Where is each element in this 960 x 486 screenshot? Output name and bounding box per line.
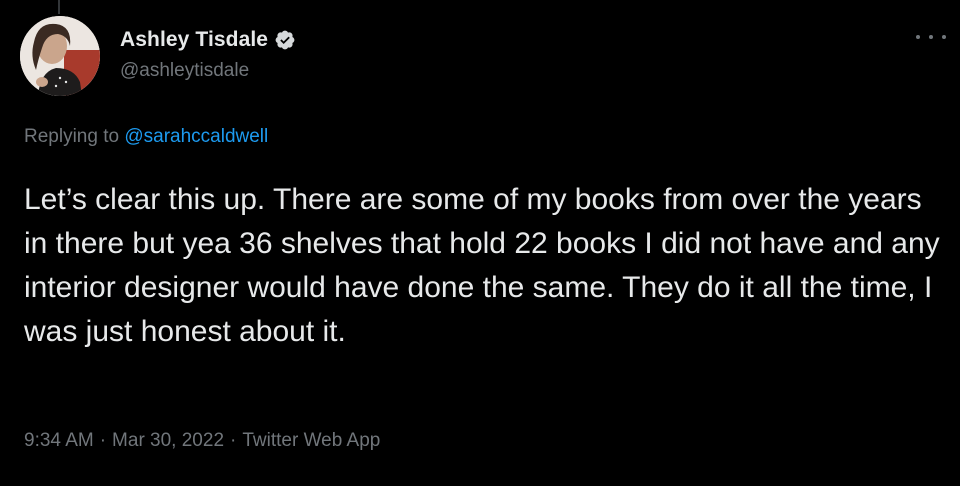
display-name[interactable]: Ashley Tisdale xyxy=(120,28,268,52)
verified-badge-icon xyxy=(274,29,296,51)
reply-mention-link[interactable]: @sarahccaldwell xyxy=(124,126,268,147)
more-dot xyxy=(929,35,933,39)
replying-prefix: Replying to xyxy=(24,126,120,147)
more-dot xyxy=(942,35,946,39)
thread-connector-line xyxy=(58,0,60,14)
tweet-date[interactable]: Mar 30, 2022 xyxy=(112,430,224,452)
meta-separator: · xyxy=(99,430,107,451)
name-row: Ashley Tisdale xyxy=(120,26,296,54)
meta-separator: · xyxy=(230,430,237,451)
tweet-text: Let’s clear this up. There are some of m… xyxy=(24,183,940,348)
avatar[interactable] xyxy=(20,16,100,96)
user-handle[interactable]: @ashleytisdale xyxy=(120,60,296,82)
tweet-time[interactable]: 9:34 AM xyxy=(24,430,94,452)
tweet-source[interactable]: Twitter Web App xyxy=(242,430,380,452)
replying-to: Replying to @sarahccaldwell xyxy=(24,126,268,148)
user-info: Ashley Tisdale @ashleytisdale xyxy=(120,26,296,82)
more-dot xyxy=(916,35,920,39)
tweet-metadata: 9:34 AM · Mar 30, 2022 · Twitter Web App xyxy=(24,430,380,452)
more-options-icon[interactable] xyxy=(916,30,946,44)
avatar-image xyxy=(20,16,100,96)
